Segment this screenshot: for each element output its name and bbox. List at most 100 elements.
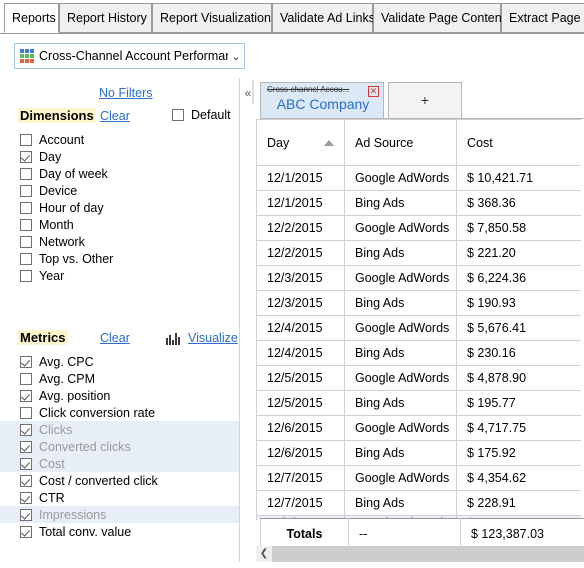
dimension-option-hour-of-day[interactable]: Hour of day [0,199,240,216]
dimension-option-device[interactable]: Device [0,182,240,199]
metric-option-cost[interactable]: Cost [0,455,240,472]
metric-option-avg-cpc[interactable]: Avg. CPC [0,353,240,370]
table-row[interactable]: 12/6/2015 Bing Ads $ 175.92 [256,440,581,466]
metric-option-cost-per-converted-click[interactable]: Cost / converted click [0,472,240,489]
dimension-option-month[interactable]: Month [0,216,240,233]
chevron-down-icon[interactable]: ⌄ [228,50,244,63]
dimension-option-year[interactable]: Year [0,267,240,284]
account-report-dropdown[interactable]: Cross-Channel Account Performance T ⌄ [14,43,245,69]
checkbox [20,269,32,282]
cell-day: 12/2/2015 [256,215,345,241]
dimension-option-account[interactable]: Account [0,131,240,148]
tab-extract-page-links[interactable]: Extract Page Links [501,3,584,33]
collapse-panel-chevron-left-icon[interactable]: « [241,84,255,102]
totals-cost: $ 123,387.03 [460,518,584,549]
cell-day: 12/5/2015 [256,365,345,391]
cell-cost: $ 221.20 [456,240,581,266]
cell-ad-source: Bing Ads [344,390,457,416]
column-header-ad-source[interactable]: Ad Source [344,119,457,166]
cell-ad-source: Google AdWords [344,365,457,391]
table-row[interactable]: 12/1/2015 Google AdWords $ 10,421.71 [256,165,581,191]
table-row[interactable]: 12/3/2015 Google AdWords $ 6,224.36 [256,265,581,291]
checkbox [20,150,32,163]
cell-cost: $ 368.36 [456,190,581,216]
metric-option-avg-position[interactable]: Avg. position [0,387,240,404]
cell-cost: $ 7,850.58 [456,215,581,241]
metric-label: Click conversion rate [39,405,156,420]
dimensions-title: Dimensions [18,108,96,123]
metric-option-converted-clicks[interactable]: Converted clicks [0,438,240,455]
document-tab-abc-company[interactable]: Cross-channel Accou... ✕ ABC Company [260,82,384,118]
metric-option-total-conv-value[interactable]: Total conv. value [0,523,240,540]
default-checkbox[interactable]: Default [172,108,231,122]
metric-option-click-conversion-rate[interactable]: Click conversion rate [0,404,240,421]
cell-ad-source: Bing Ads [344,490,457,516]
dimension-option-day[interactable]: Day [0,148,240,165]
column-header-day[interactable]: Day [256,119,345,166]
tab-reports[interactable]: Reports [4,3,59,33]
metric-option-avg-cpm[interactable]: Avg. CPM [0,370,240,387]
checkbox [20,491,32,504]
cell-ad-source: Google AdWords [344,165,457,191]
checkbox [20,406,32,419]
horizontal-scrollbar[interactable]: ❮ [256,546,584,562]
table-row[interactable]: 12/6/2015 Google AdWords $ 4,717.75 [256,415,581,441]
metric-option-ctr[interactable]: CTR [0,489,240,506]
bar-chart-icon[interactable] [166,332,181,345]
column-header-ad-source-label: Ad Source [355,135,414,150]
dimension-option-top-vs-other[interactable]: Top vs. Other [0,250,240,267]
checkbox [20,133,32,146]
cell-day: 12/6/2015 [256,440,345,466]
table-row[interactable]: 12/7/2015 Bing Ads $ 228.91 [256,490,581,516]
cell-cost: $ 5,676.41 [456,315,581,341]
checkbox [20,252,32,265]
cell-ad-source: Bing Ads [344,240,457,266]
cell-cost: $ 10,421.71 [456,165,581,191]
dimensions-header: Dimensions Clear Default [0,108,240,128]
tab-validate-ad-links[interactable]: Validate Ad Links [272,3,375,33]
dimensions-clear-link[interactable]: Clear [100,109,130,123]
cell-cost: $ 195.77 [456,390,581,416]
dimension-label: Hour of day [39,200,104,215]
cell-ad-source: Google AdWords [344,465,457,491]
dimension-option-day-of-week[interactable]: Day of week [0,165,240,182]
dimension-option-network[interactable]: Network [0,233,240,250]
dimension-label: Account [39,132,85,147]
add-tab-button[interactable]: + [388,82,462,118]
cell-ad-source: Bing Ads [344,440,457,466]
dimension-label: Month [39,217,74,232]
results-table-viewport: Day Ad Source Cost 12/1/2015 Google AdWor… [256,119,584,520]
table-row[interactable]: 12/7/2015 Google AdWords $ 4,354.62 [256,465,581,491]
scroll-left-button[interactable]: ❮ [256,546,272,562]
cell-ad-source: Google AdWords [344,315,457,341]
metric-option-impressions[interactable]: Impressions [0,506,240,523]
table-row[interactable]: 12/2/2015 Bing Ads $ 221.20 [256,240,581,266]
cell-cost: $ 190.93 [456,290,581,316]
tab-report-visualization[interactable]: Report Visualization [152,3,272,33]
metric-label: Avg. CPM [39,371,96,386]
table-row[interactable]: 12/2/2015 Google AdWords $ 7,850.58 [256,215,581,241]
table-row[interactable]: 12/3/2015 Bing Ads $ 190.93 [256,290,581,316]
column-header-cost[interactable]: Cost [456,119,581,166]
grid-icon [20,49,34,63]
checkbox [20,525,32,538]
checkbox [20,235,32,248]
table-row[interactable]: 12/1/2015 Bing Ads $ 368.36 [256,190,581,216]
checkbox [20,508,32,521]
document-tab-report-name: Cross-channel Accou... [267,85,350,94]
metric-option-clicks[interactable]: Clicks [0,421,240,438]
table-row[interactable]: 12/4/2015 Bing Ads $ 230.16 [256,340,581,366]
tab-validate-page-content[interactable]: Validate Page Content [373,3,505,33]
table-row[interactable]: 12/4/2015 Google AdWords $ 5,676.41 [256,315,581,341]
no-filters-link[interactable]: No Filters [99,86,152,100]
dimension-label: Year [39,268,65,283]
table-row[interactable]: 12/5/2015 Google AdWords $ 4,878.90 [256,365,581,391]
table-row[interactable]: 12/5/2015 Bing Ads $ 195.77 [256,390,581,416]
visualize-link[interactable]: Visualize [188,331,238,345]
bottom-filler [0,562,584,568]
panel-divider [239,78,240,568]
metrics-clear-link[interactable]: Clear [100,331,130,345]
tab-report-history[interactable]: Report History [59,3,152,33]
totals-row-container: Totals -- $ 123,387.03 [260,518,584,549]
cell-day: 12/5/2015 [256,390,345,416]
